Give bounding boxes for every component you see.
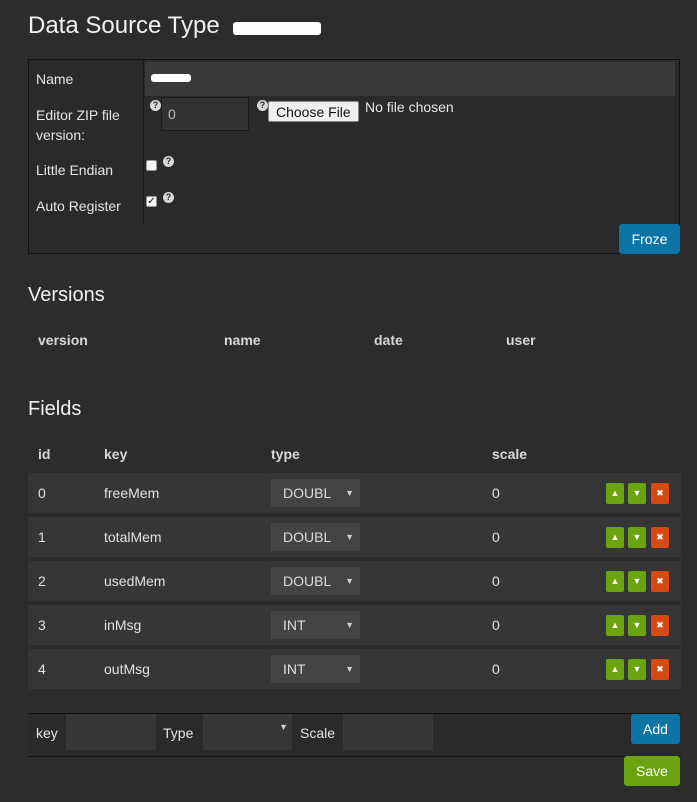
table-row: 0 freeMem DOUBL ▼ 0 ▲ ▼ ✖	[28, 473, 681, 513]
new-key-label: key	[36, 725, 58, 741]
settings-panel: Name Editor ZIP file version: ? ? Choose…	[28, 59, 680, 254]
field-type-select[interactable]: INT ▼	[271, 655, 360, 683]
field-id: 3	[38, 617, 46, 633]
versions-col-version: version	[38, 332, 88, 348]
editor-zip-version-input[interactable]	[161, 97, 249, 131]
chevron-down-icon: ▼	[345, 532, 354, 542]
label-divider	[143, 60, 144, 225]
no-file-chosen-text: No file chosen	[365, 99, 454, 115]
field-key: freeMem	[104, 485, 160, 501]
table-row: 1 totalMem DOUBL ▼ 0 ▲ ▼ ✖	[28, 517, 681, 557]
help-icon[interactable]: ?	[163, 192, 174, 203]
move-up-button[interactable]: ▲	[606, 483, 624, 504]
move-down-button[interactable]: ▼	[628, 659, 646, 680]
auto-register-label: Auto Register	[36, 198, 121, 214]
name-label: Name	[36, 71, 74, 87]
field-scale: 0	[492, 573, 500, 589]
chevron-down-icon: ▼	[345, 576, 354, 586]
versions-col-user: user	[506, 332, 536, 348]
field-id: 0	[38, 485, 46, 501]
field-type-select[interactable]: DOUBL ▼	[271, 567, 360, 595]
little-endian-checkbox[interactable]	[146, 160, 157, 171]
table-row: 3 inMsg INT ▼ 0 ▲ ▼ ✖	[28, 605, 681, 645]
move-up-button[interactable]: ▲	[606, 615, 624, 636]
help-icon[interactable]: ?	[257, 100, 268, 111]
field-type-select[interactable]: DOUBL ▼	[271, 523, 360, 551]
fields-col-scale: scale	[492, 446, 528, 462]
move-down-button[interactable]: ▼	[628, 527, 646, 548]
chevron-down-icon: ▼	[279, 722, 288, 732]
redacted-name	[151, 74, 191, 82]
move-down-button[interactable]: ▼	[628, 571, 646, 592]
field-key: inMsg	[104, 617, 142, 633]
versions-col-name: name	[224, 332, 261, 348]
name-field[interactable]	[145, 62, 675, 96]
delete-button[interactable]: ✖	[651, 483, 669, 504]
auto-register-checkbox[interactable]: ✓	[146, 196, 157, 207]
field-type-select[interactable]: INT ▼	[271, 611, 360, 639]
field-scale: 0	[492, 661, 500, 677]
new-scale-label: Scale	[300, 725, 336, 741]
redacted-identifier	[233, 22, 321, 35]
move-up-button[interactable]: ▲	[606, 527, 624, 548]
move-down-button[interactable]: ▼	[628, 615, 646, 636]
field-type-select[interactable]: DOUBL ▼	[271, 479, 360, 507]
editor-zip-label-line2: version:	[36, 127, 86, 143]
field-scale: 0	[492, 485, 500, 501]
field-key: outMsg	[104, 661, 150, 677]
little-endian-label: Little Endian	[36, 162, 114, 178]
table-row: 2 usedMem DOUBL ▼ 0 ▲ ▼ ✖	[28, 561, 681, 601]
froze-button[interactable]: Froze	[619, 224, 680, 254]
move-up-button[interactable]: ▲	[606, 659, 624, 680]
fields-col-id: id	[38, 446, 51, 462]
fields-heading: Fields	[28, 398, 82, 420]
save-button[interactable]: Save	[624, 756, 680, 786]
versions-col-date: date	[374, 332, 403, 348]
delete-button[interactable]: ✖	[651, 527, 669, 548]
page-title: Data Source Type	[28, 12, 220, 39]
new-scale-input[interactable]	[343, 714, 433, 750]
field-scale: 0	[492, 617, 500, 633]
move-up-button[interactable]: ▲	[606, 571, 624, 592]
delete-button[interactable]: ✖	[651, 571, 669, 592]
field-key: totalMem	[104, 529, 162, 545]
delete-button[interactable]: ✖	[651, 659, 669, 680]
new-key-input[interactable]	[66, 714, 156, 750]
move-down-button[interactable]: ▼	[628, 483, 646, 504]
fields-col-type: type	[271, 446, 300, 462]
field-id: 1	[38, 529, 46, 545]
editor-zip-label-line1: Editor ZIP file	[36, 107, 120, 123]
field-id: 2	[38, 573, 46, 589]
chevron-down-icon: ▼	[345, 488, 354, 498]
chevron-down-icon: ▼	[345, 620, 354, 630]
versions-heading: Versions	[28, 284, 105, 306]
delete-button[interactable]: ✖	[651, 615, 669, 636]
chevron-down-icon: ▼	[345, 664, 354, 674]
help-icon[interactable]: ?	[150, 100, 161, 111]
choose-file-button[interactable]: Choose File	[268, 101, 359, 122]
new-type-label: Type	[163, 725, 194, 741]
add-button[interactable]: Add	[631, 714, 680, 744]
field-scale: 0	[492, 529, 500, 545]
fields-col-key: key	[104, 446, 128, 462]
field-key: usedMem	[104, 573, 166, 589]
add-field-bar: key Type ▼ Scale Add	[28, 713, 681, 757]
new-type-select[interactable]: ▼	[203, 714, 292, 750]
table-row: 4 outMsg INT ▼ 0 ▲ ▼ ✖	[28, 649, 681, 689]
field-id: 4	[38, 661, 46, 677]
help-icon[interactable]: ?	[163, 156, 174, 167]
